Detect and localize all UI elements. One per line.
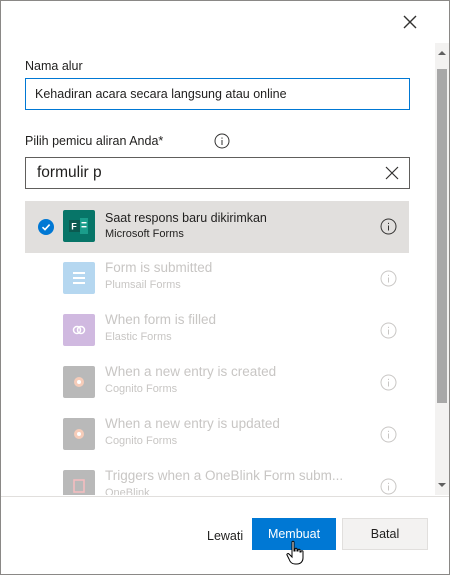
- trigger-title: Triggers when a OneBlink Form subm...: [105, 468, 344, 483]
- info-icon: [380, 478, 397, 495]
- trigger-title: When a new entry is updated: [105, 416, 280, 431]
- trigger-item: Triggers when a OneBlink Form subm... On…: [25, 461, 409, 495]
- cancel-button[interactable]: Batal: [342, 518, 428, 550]
- info-icon: [380, 270, 397, 287]
- create-flow-dialog: Nama alur Kehadiran acara secara langsun…: [0, 0, 450, 575]
- close-icon: [403, 15, 417, 29]
- cognito-forms-icon: [63, 366, 95, 398]
- close-button[interactable]: [399, 11, 421, 33]
- create-button-label: Membuat: [267, 527, 321, 541]
- info-icon: [380, 322, 397, 339]
- trigger-item[interactable]: F Saat respons baru dikirimkan Microsoft…: [25, 201, 409, 253]
- trigger-app: OneBlink: [105, 487, 150, 495]
- skip-button[interactable]: Lewati: [207, 529, 243, 543]
- trigger-app: Microsoft Forms: [105, 228, 184, 240]
- svg-text:F: F: [71, 222, 77, 232]
- microsoft-forms-icon: F: [63, 210, 95, 242]
- scroll-up-arrow-icon[interactable]: [438, 49, 446, 57]
- trigger-title: Saat respons baru dikirimkan: [105, 211, 267, 225]
- clear-search-icon[interactable]: [385, 166, 399, 180]
- trigger-search-value: formulir p: [37, 164, 102, 181]
- trigger-search-input[interactable]: formulir p: [25, 157, 410, 189]
- dialog-footer: Lewati Membuat Batal: [1, 496, 449, 574]
- trigger-item: When a new entry is created Cognito Form…: [25, 357, 409, 409]
- elastic-forms-icon: [63, 314, 95, 346]
- trigger-app: Elastic Forms: [105, 331, 172, 343]
- trigger-title: When a new entry is created: [105, 364, 277, 379]
- trigger-app: Cognito Forms: [105, 383, 178, 395]
- flow-name-value: Kehadiran acara secara langsung atau onl…: [35, 87, 287, 101]
- info-icon[interactable]: [380, 218, 397, 235]
- trigger-item: Form is submitted Plumsail Forms: [25, 253, 409, 305]
- flow-name-label: Nama alur: [25, 59, 83, 73]
- oneblink-icon: [63, 470, 95, 495]
- trigger-item: When form is filled Elastic Forms: [25, 305, 409, 357]
- info-icon: [380, 426, 397, 443]
- trigger-title: Form is submitted: [105, 260, 213, 275]
- plumsail-forms-icon: [63, 262, 95, 294]
- info-icon[interactable]: [214, 133, 230, 149]
- scroll-thumb[interactable]: [437, 69, 447, 403]
- checkmark-icon: [38, 219, 54, 235]
- cancel-button-label: Batal: [370, 527, 400, 541]
- trigger-title: When form is filled: [105, 312, 217, 327]
- dialog-content: Nama alur Kehadiran acara secara langsun…: [1, 43, 435, 495]
- trigger-app: Cognito Forms: [105, 435, 178, 447]
- scroll-down-arrow-icon[interactable]: [438, 481, 446, 489]
- trigger-app: Plumsail Forms: [105, 279, 181, 291]
- hand-cursor-icon: [286, 540, 304, 565]
- trigger-item: When a new entry is updated Cognito Form…: [25, 409, 409, 461]
- flow-name-input[interactable]: Kehadiran acara secara langsung atau onl…: [25, 78, 410, 110]
- cognito-forms-icon: [63, 418, 95, 450]
- vertical-scrollbar[interactable]: [435, 43, 449, 495]
- trigger-label: Pilih pemicu aliran Anda*: [25, 134, 164, 148]
- info-icon: [380, 374, 397, 391]
